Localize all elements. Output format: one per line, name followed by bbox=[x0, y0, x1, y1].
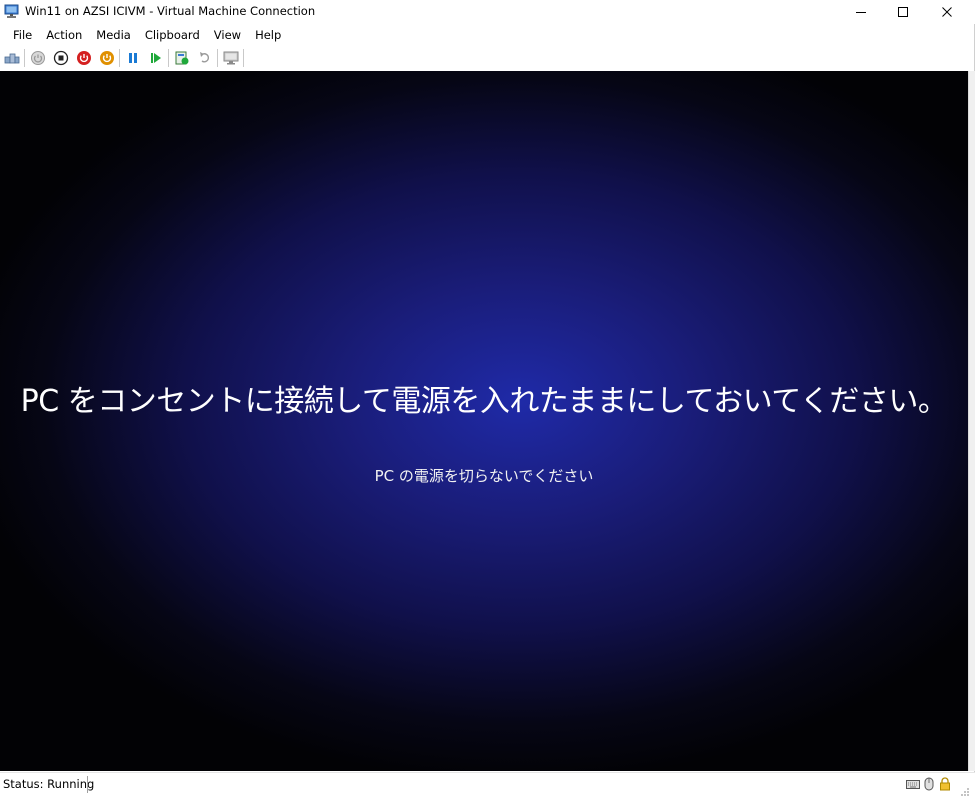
close-button[interactable] bbox=[924, 0, 969, 24]
save-state-button[interactable] bbox=[95, 48, 118, 68]
resize-grip-icon[interactable] bbox=[958, 785, 970, 797]
ctrl-alt-del-icon bbox=[4, 53, 19, 64]
vm-display[interactable]: PC をコンセントに接続して電源を入れたままにしておいてください。 PC の電源… bbox=[0, 71, 968, 771]
start-button[interactable] bbox=[26, 48, 49, 68]
menu-file[interactable]: File bbox=[0, 25, 39, 45]
checkpoint-icon bbox=[175, 51, 188, 65]
status-separator bbox=[87, 776, 88, 793]
turn-off-button[interactable] bbox=[49, 48, 72, 68]
menu-help[interactable]: Help bbox=[248, 25, 288, 45]
vm-connection-window: Win11 on AZSI ICIVM - Virtual Machine Co… bbox=[0, 0, 975, 799]
status-text: Status: Running bbox=[3, 777, 95, 791]
vertical-scrollbar[interactable] bbox=[968, 71, 975, 771]
toolbar-separator bbox=[119, 49, 120, 67]
mouse-icon bbox=[922, 776, 936, 792]
vm-connection-app-icon bbox=[4, 4, 20, 20]
toolbar bbox=[0, 46, 975, 70]
revert-icon bbox=[199, 52, 209, 63]
toolbar-separator bbox=[24, 49, 25, 67]
status-bar: Status: Running bbox=[0, 772, 975, 799]
maximize-button[interactable] bbox=[880, 0, 925, 24]
menu-media[interactable]: Media bbox=[89, 25, 138, 45]
update-submessage: PC の電源を切らないでください bbox=[374, 467, 594, 485]
start-icon bbox=[30, 51, 45, 65]
shut-down-icon bbox=[76, 51, 91, 65]
shut-down-button[interactable] bbox=[72, 48, 95, 68]
status-icons bbox=[906, 776, 952, 792]
turn-off-icon bbox=[53, 50, 68, 66]
resume-icon bbox=[150, 53, 161, 63]
save-state-icon bbox=[99, 51, 114, 65]
menu-bar: File Action Media Clipboard View Help bbox=[0, 25, 288, 45]
update-message: PC をコンセントに接続して電源を入れたままにしておいてください。 bbox=[20, 384, 948, 419]
title-bar[interactable]: Win11 on AZSI ICIVM - Virtual Machine Co… bbox=[0, 0, 975, 24]
ctrl-alt-del-button[interactable] bbox=[0, 48, 23, 68]
enhanced-session-icon bbox=[223, 51, 238, 65]
menu-action[interactable]: Action bbox=[39, 25, 89, 45]
minimize-button[interactable] bbox=[838, 0, 883, 24]
menu-view[interactable]: View bbox=[207, 25, 248, 45]
toolbar-separator bbox=[243, 49, 244, 67]
maximize-icon bbox=[897, 7, 908, 17]
enhanced-session-button[interactable] bbox=[219, 48, 242, 68]
window-title: Win11 on AZSI ICIVM - Virtual Machine Co… bbox=[25, 4, 316, 18]
resume-button[interactable] bbox=[144, 48, 167, 68]
menu-clipboard[interactable]: Clipboard bbox=[138, 25, 207, 45]
keyboard-icon bbox=[906, 776, 920, 792]
checkpoint-button[interactable] bbox=[170, 48, 193, 68]
pause-icon bbox=[128, 53, 137, 63]
minimize-icon bbox=[855, 12, 866, 13]
pause-button[interactable] bbox=[121, 48, 144, 68]
lock-icon bbox=[938, 776, 952, 792]
revert-button[interactable] bbox=[193, 48, 216, 68]
close-icon bbox=[941, 7, 952, 17]
toolbar-separator bbox=[168, 49, 169, 67]
toolbar-separator bbox=[217, 49, 218, 67]
